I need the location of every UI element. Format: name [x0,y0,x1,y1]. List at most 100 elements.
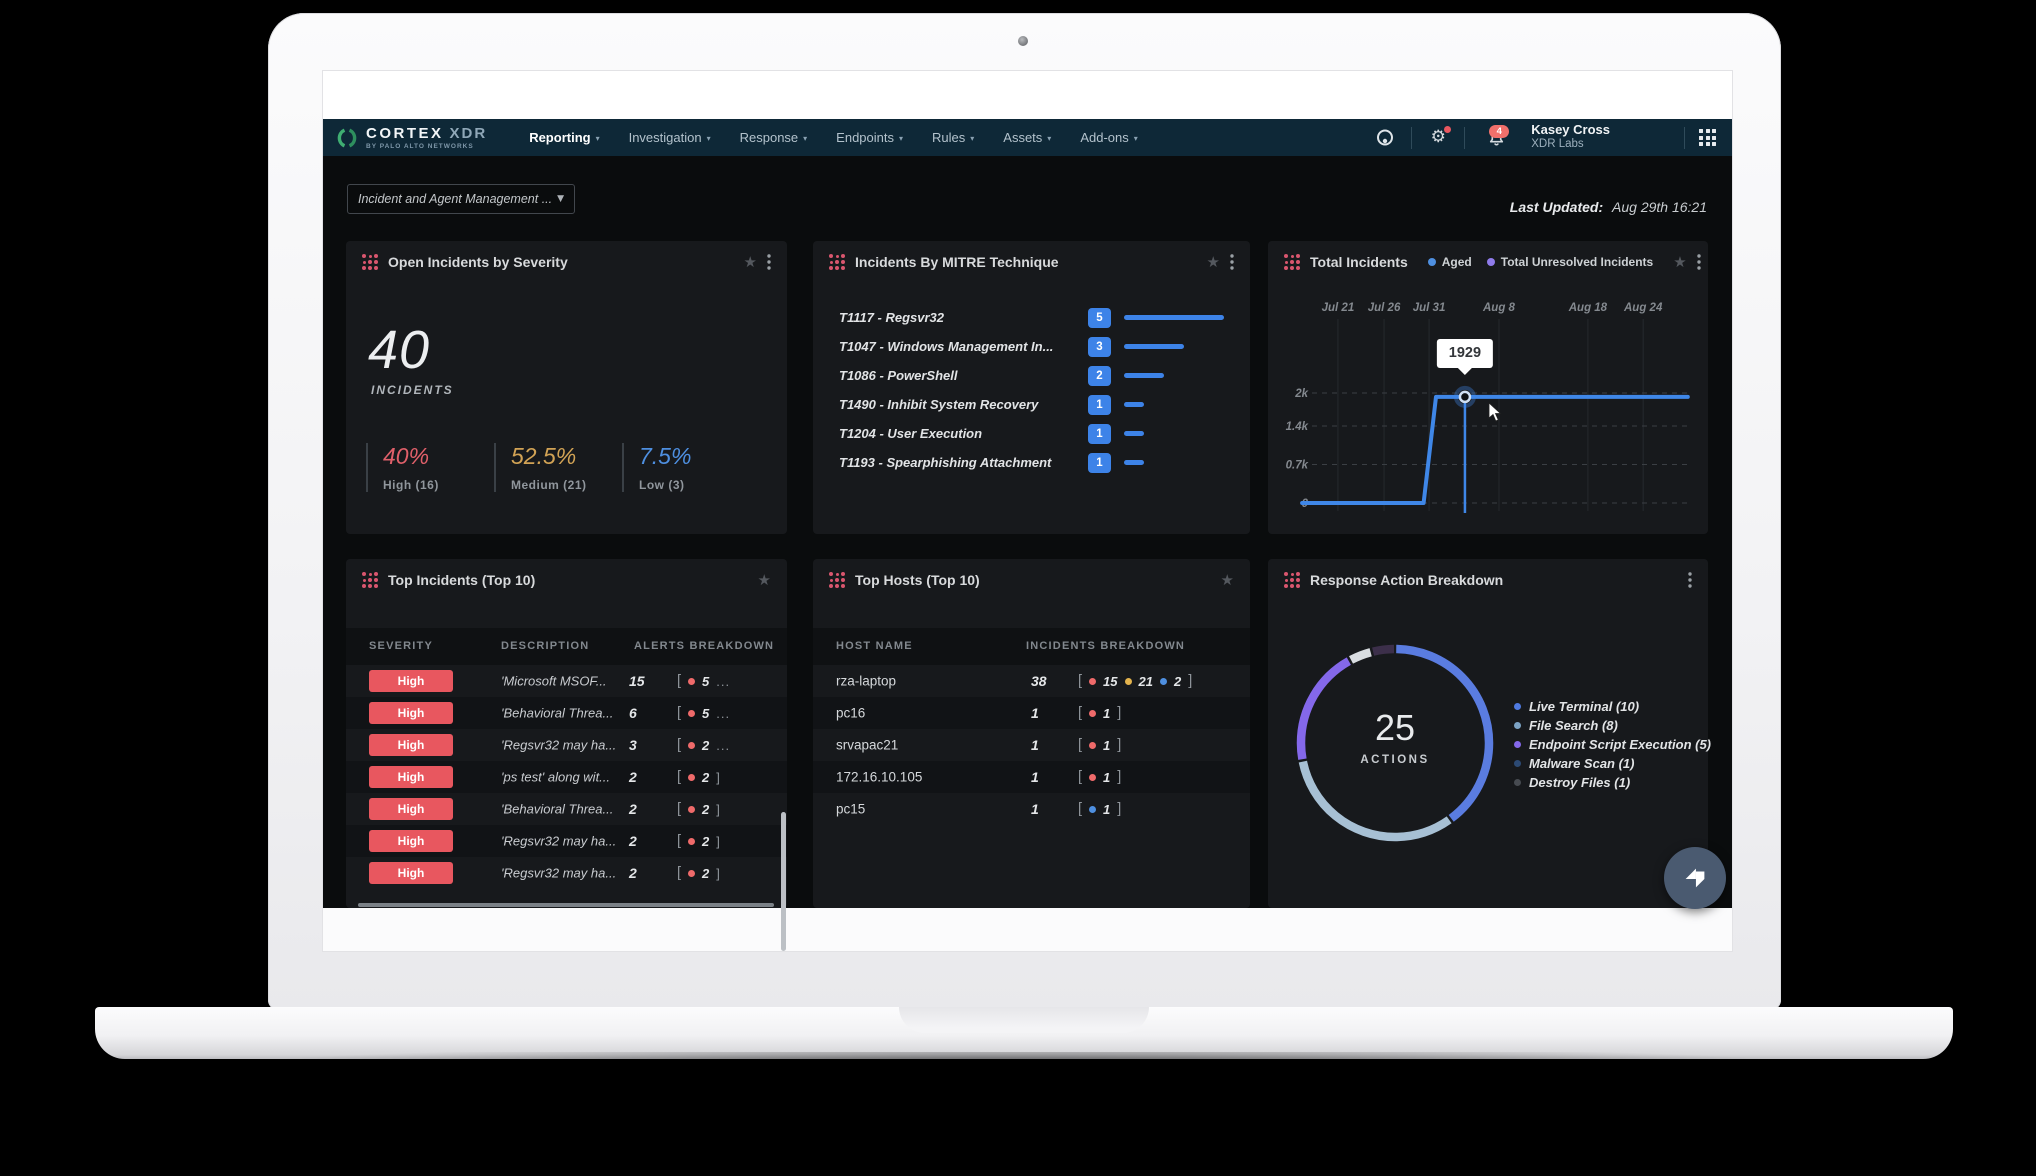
stat-medium-label: Medium (21) [511,478,622,492]
top-navbar: CORTEX XDR BY PALO ALTO NETWORKS Reporti… [323,119,1732,156]
line-chart[interactable]: Jul 21Jul 26Jul 31Aug 8Aug 18Aug 2400.7k… [1282,299,1694,523]
mitre-row[interactable]: T1193 - Spearphishing Attachment 1 [839,448,1234,477]
table-row[interactable]: pc15 1 [ 1 ] [813,793,1250,825]
table-row[interactable]: rza-laptop 38 [ 15 21 2 ] [813,665,1250,697]
legend-item[interactable]: Malware Scan (1) [1514,754,1711,773]
settings-gear-icon[interactable]: ⚙ [1426,125,1450,151]
widget-menu-icon[interactable] [767,254,771,270]
horizontal-scrollbar[interactable] [358,903,774,907]
nav-item-endpoints[interactable]: Endpoints [836,130,903,145]
table-row[interactable]: High 'Microsoft MSOF... 15 [ 5 ... [346,665,787,697]
nav-item-reporting[interactable]: Reporting [529,130,599,145]
table-row[interactable]: srvapac21 1 [ 1 ] [813,729,1250,761]
notification-badge[interactable]: 4 [1489,125,1509,138]
dashboard-selector-dropdown[interactable]: Incident and Agent Management ... ▼ [347,184,575,214]
widget-grid-icon [1284,254,1300,270]
table-row[interactable]: High 'ps test' along wit... 2 [ 2 ] [346,761,787,793]
last-updated: Last Updated: Aug 29th 16:21 [1510,199,1707,215]
widget-menu-icon[interactable] [1697,254,1701,270]
notifications-bell-icon[interactable]: 4 [1479,125,1513,151]
apps-grid-icon[interactable] [1699,129,1716,146]
severity-badge: High [369,766,453,788]
legend-label: Endpoint Script Execution (5) [1529,737,1711,752]
col-description[interactable]: DESCRIPTION [501,640,589,652]
incidents-breakdown: [ 15 21 2 ] [1078,673,1192,689]
mitre-row[interactable]: T1490 - Inhibit System Recovery 1 [839,390,1234,419]
nav-item-response[interactable]: Response [740,130,808,145]
brand-logo[interactable]: CORTEX XDR BY PALO ALTO NETWORKS [336,125,487,150]
table-row[interactable]: 172.16.10.105 1 [ 1 ] [813,761,1250,793]
widget-title: Total Incidents [1310,254,1408,270]
col-host-name[interactable]: HOST NAME [836,640,913,652]
incident-description: 'ps test' along wit... [501,770,610,785]
hub-icon[interactable] [1373,125,1397,151]
mitre-row[interactable]: T1086 - PowerShell 2 [839,361,1234,390]
laptop-base-notch [899,1007,1149,1033]
user-menu[interactable]: Kasey Cross XDR Labs [1531,123,1610,151]
table-row[interactable]: High 'Regsvr32 may ha... 3 [ 2 ... [346,729,787,761]
widget-title: Incidents By MITRE Technique [855,254,1059,270]
svg-text:Aug 24: Aug 24 [1623,302,1663,314]
brand-title-xdr: XDR [450,125,488,142]
mitre-row[interactable]: T1047 - Windows Management In... 3 [839,332,1234,361]
incident-description: 'Regsvr32 may ha... [501,866,616,881]
legend-dot [1514,741,1521,748]
legend-item[interactable]: Destroy Files (1) [1514,773,1711,792]
table-row[interactable]: High 'Behavioral Threa... 2 [ 2 ] [346,793,787,825]
alerts-breakdown: [ 5 ... [677,705,730,721]
col-severity[interactable]: SEVERITY [369,640,433,652]
legend-dot [1514,722,1521,729]
alert-count: 2 [629,833,637,849]
incident-count: 1 [1031,705,1039,721]
nav-item-investigation[interactable]: Investigation [629,130,711,145]
mitre-row[interactable]: T1204 - User Execution 1 [839,419,1234,448]
widget-grid-icon [829,572,845,588]
alerts-breakdown: [ 2 ] [677,769,721,785]
legend-item-aged[interactable]: Aged [1428,255,1472,269]
incident-description: 'Regsvr32 may ha... [501,834,616,849]
mitre-row[interactable]: T1117 - Regsvr32 5 [839,303,1234,332]
vertical-scrollbar[interactable] [781,812,786,951]
legend-item[interactable]: Endpoint Script Execution (5) [1514,735,1711,754]
legend-item[interactable]: Live Terminal (10) [1514,697,1711,716]
table-row[interactable]: High 'Behavioral Threa... 6 [ 5 ... [346,697,787,729]
svg-text:1.4k: 1.4k [1286,421,1309,433]
favorite-star-icon[interactable]: ★ [744,255,757,270]
widget-grid-icon [1284,572,1300,588]
mouse-cursor [1488,403,1502,428]
nav-item-rules[interactable]: Rules [932,130,974,145]
widget-incidents-by-mitre: Incidents By MITRE Technique ★ T1117 - R… [813,241,1250,534]
col-incidents-breakdown[interactable]: INCIDENTS BREAKDOWN [1026,640,1185,652]
laptop-frame: CORTEX XDR BY PALO ALTO NETWORKS Reporti… [268,13,1781,1010]
hub-circle-icon [1375,128,1395,148]
favorite-star-icon[interactable]: ★ [758,573,771,588]
widget-total-incidents: Total Incidents Aged Total Unresolved In… [1268,241,1708,534]
total-incidents-label: INCIDENTS [371,383,454,397]
technique-label: T1117 - Regsvr32 [839,310,1088,325]
table-row[interactable]: pc16 1 [ 1 ] [813,697,1250,729]
widget-open-incidents-by-severity: Open Incidents by Severity ★ 40 INCIDENT… [346,241,787,534]
count-bar [1124,344,1184,349]
legend-item[interactable]: File Search (8) [1514,716,1711,735]
stat-medium[interactable]: 52.5% Medium (21) [494,443,622,492]
incident-description: 'Microsoft MSOF... [501,674,607,689]
stat-low[interactable]: 7.5% Low (3) [622,443,750,492]
alert-dot [688,870,695,877]
favorite-star-icon[interactable]: ★ [1673,255,1686,270]
alert-count: 2 [629,769,637,785]
widget-menu-icon[interactable] [1688,572,1692,588]
widget-menu-icon[interactable] [1230,254,1234,270]
favorite-star-icon[interactable]: ★ [1221,573,1234,588]
nav-item-addons[interactable]: Add-ons [1080,130,1137,145]
table-row[interactable]: High 'Regsvr32 may ha... 2 [ 2 ] [346,857,787,889]
favorite-star-icon[interactable]: ★ [1207,255,1220,270]
widget-top-hosts: Top Hosts (Top 10) ★ HOST NAME INCIDENTS… [813,559,1250,908]
count-badge: 3 [1088,337,1111,357]
col-alerts-breakdown[interactable]: ALERTS BREAKDOWN [634,640,774,652]
stat-high[interactable]: 40% High (16) [366,443,494,492]
nav-item-assets[interactable]: Assets [1003,130,1051,145]
chat-feedback-button[interactable] [1664,847,1726,909]
legend-item-unresolved[interactable]: Total Unresolved Incidents [1487,255,1653,269]
table-row[interactable]: High 'Regsvr32 may ha... 2 [ 2 ] [346,825,787,857]
legend-dot [1514,779,1521,786]
